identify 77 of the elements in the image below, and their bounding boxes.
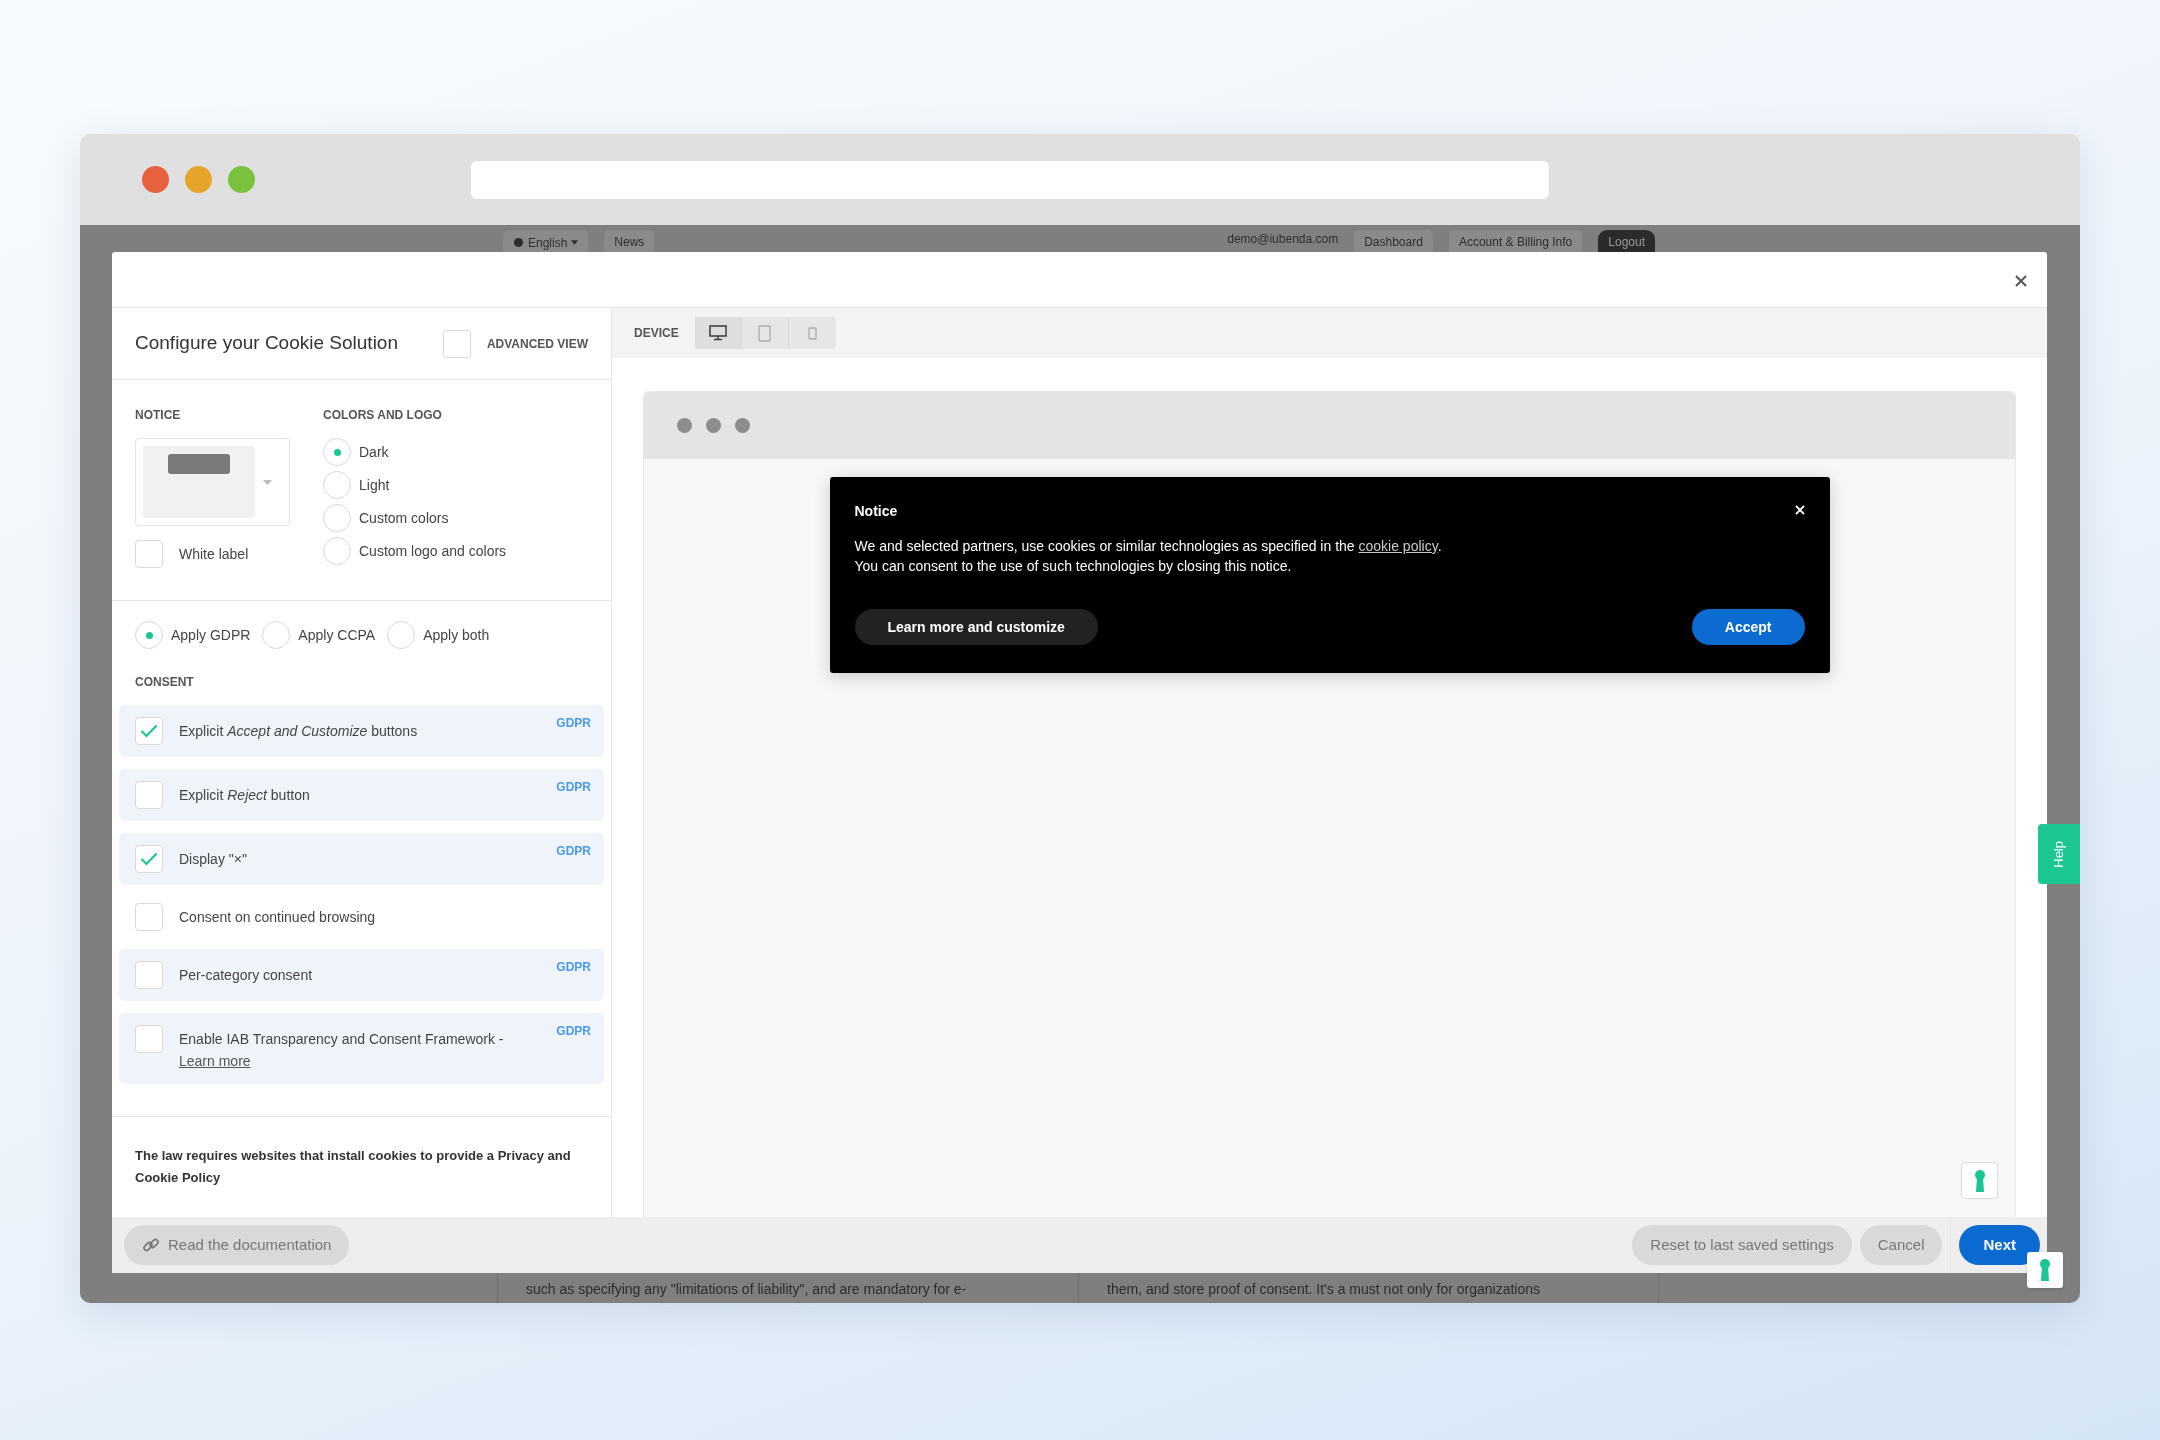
regulation-tag: GDPR — [556, 1022, 591, 1040]
radio-button[interactable] — [323, 438, 351, 466]
checkbox[interactable] — [135, 781, 163, 809]
next-button[interactable]: Next — [1959, 1225, 2040, 1265]
checkbox[interactable] — [135, 845, 163, 873]
window-dot — [706, 418, 721, 433]
nav-link[interactable]: Dashboard — [1354, 230, 1433, 252]
maximize-window-dot[interactable] — [228, 166, 255, 193]
section-heading: NOTICE — [135, 407, 182, 424]
notice-style-select[interactable] — [135, 438, 290, 526]
radio-button[interactable] — [323, 504, 351, 532]
checkmark-icon — [140, 852, 158, 866]
nav-link[interactable]: Account & Billing Info — [1448, 230, 1583, 252]
radio-button[interactable] — [323, 537, 351, 565]
radio-label: Apply CCPA — [298, 625, 376, 645]
reset-button[interactable]: Reset to last saved settings — [1632, 1225, 1852, 1265]
dialog-title: Configure your Cookie Solution — [135, 332, 398, 355]
keyhole-icon[interactable] — [1961, 1162, 1998, 1199]
checkbox-label: ADVANCED VIEW — [486, 335, 588, 353]
desktop-view-button[interactable] — [694, 317, 742, 349]
notice-title: Notice — [854, 502, 898, 521]
radio-button[interactable] — [323, 471, 351, 499]
notice-text: We and selected partners, use cookies or similar technologies as specified in the cookie policy. You can consent to the use of such technologies by closing this notice. — [854, 537, 1443, 576]
caret-icon — [263, 479, 272, 485]
option-label: Display "×" — [179, 850, 248, 869]
learn-more-button[interactable]: Learn more and customize — [854, 609, 1098, 645]
option-label: Explicit Reject button — [179, 786, 311, 805]
radio-label: Custom logo and colors — [359, 541, 507, 561]
documentation-button[interactable]: Read the documentation — [124, 1225, 350, 1265]
accept-button[interactable]: Accept — [1691, 609, 1805, 645]
caret-icon — [571, 240, 579, 245]
device-label: DEVICE — [634, 325, 679, 342]
close-window-dot[interactable] — [142, 166, 169, 193]
option-label: Enable IAB Transparency and Consent Framework - Learn more — [179, 1030, 505, 1071]
option-label: Consent on continued browsing — [179, 908, 377, 927]
checkbox[interactable] — [135, 1025, 163, 1053]
radio-button[interactable] — [262, 621, 291, 649]
radio-button[interactable] — [135, 621, 163, 649]
address-bar[interactable] — [471, 160, 1549, 199]
keyhole-icon[interactable] — [2027, 1252, 2063, 1288]
option-label: Explicit Accept and Customize buttons — [179, 722, 419, 741]
checkmark-icon — [140, 724, 158, 738]
tablet-icon — [758, 324, 772, 342]
regulation-tag: GDPR — [556, 842, 591, 860]
cancel-button[interactable]: Cancel — [1859, 1225, 1943, 1265]
nav-link[interactable]: News — [604, 230, 655, 252]
option-label: Per-category consent — [179, 966, 314, 985]
section-heading: COLORS AND LOGO — [323, 407, 443, 424]
radio-label: Custom colors — [359, 508, 449, 528]
advanced-view-checkbox[interactable] — [442, 329, 471, 358]
learn-more-link[interactable]: Learn more — [179, 1053, 251, 1069]
checkbox[interactable] — [135, 717, 163, 745]
logout-button[interactable]: Logout — [1598, 230, 1655, 252]
radio-label: Light — [359, 475, 390, 495]
checkbox-label: White label — [179, 544, 249, 564]
window-dot — [735, 418, 750, 433]
regulation-tag: GDPR — [556, 958, 591, 976]
radio-label: Apply GDPR — [171, 625, 251, 645]
radio-label: Dark — [359, 442, 389, 462]
cookie-policy-link[interactable]: cookie policy — [1358, 538, 1438, 554]
phone-icon — [807, 326, 817, 340]
branding-option-checkbox[interactable] — [135, 540, 163, 568]
checkbox[interactable] — [135, 961, 163, 989]
radio-label: Apply both — [423, 625, 490, 645]
globe-icon — [513, 237, 524, 248]
account-email: demo@iubenda.com — [1227, 231, 1339, 248]
section-heading: CONSENT — [134, 674, 195, 691]
window-dot — [677, 418, 692, 433]
language-menu[interactable]: English — [503, 230, 589, 252]
help-tab[interactable]: Help — [2038, 824, 2080, 884]
radio-button[interactable] — [387, 621, 416, 649]
monitor-icon — [708, 325, 727, 341]
regulation-tag: GDPR — [556, 778, 591, 796]
checkbox[interactable] — [135, 903, 163, 931]
minimize-window-dot[interactable] — [185, 166, 212, 193]
regulation-tag: GDPR — [556, 714, 591, 732]
link-icon — [142, 1236, 160, 1254]
